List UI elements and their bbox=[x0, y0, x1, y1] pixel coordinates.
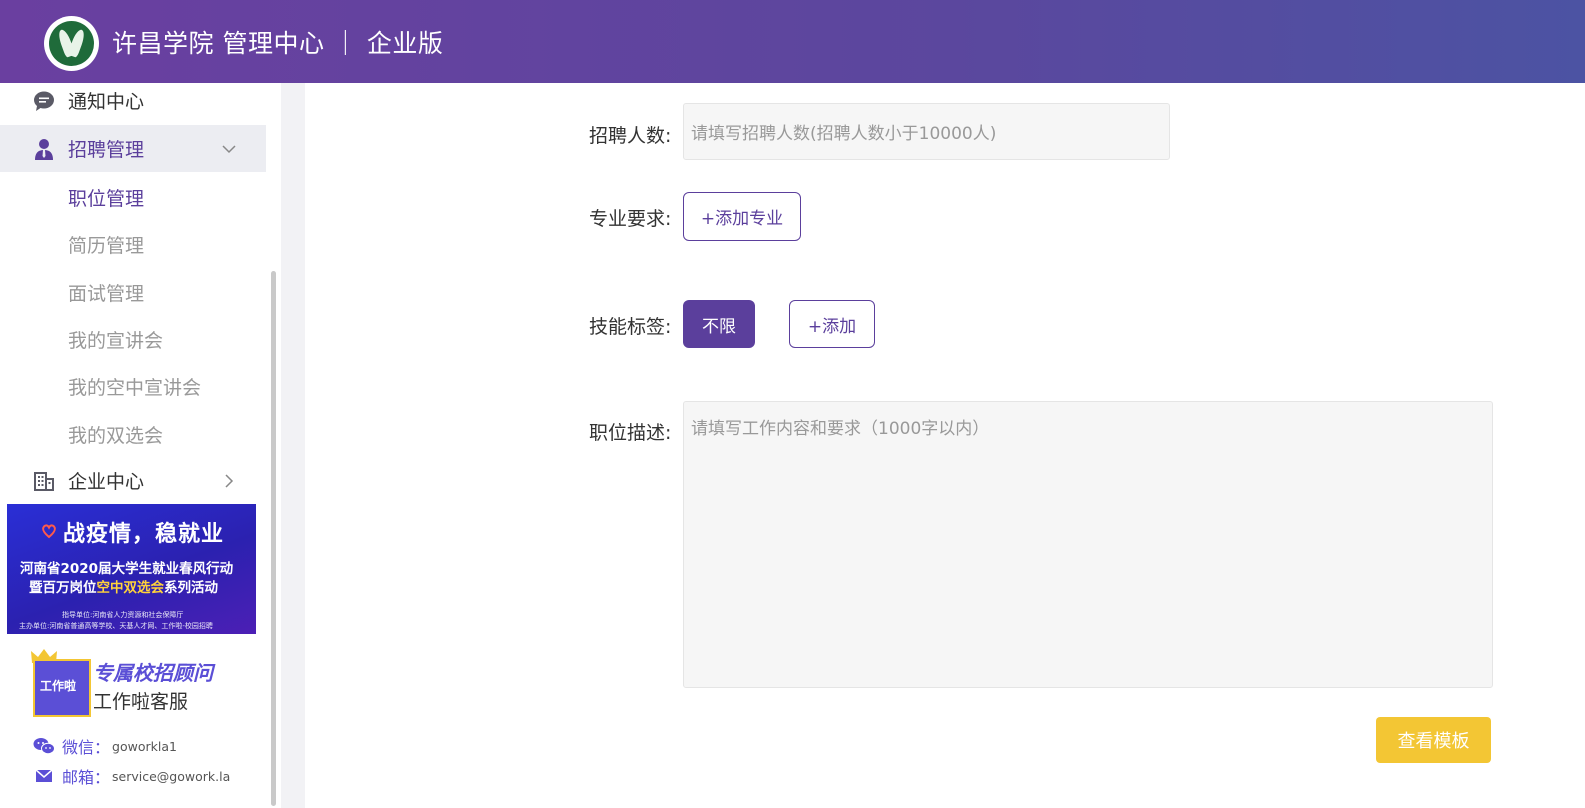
building-icon bbox=[34, 471, 54, 491]
headcount-label: 招聘人数: bbox=[589, 125, 672, 147]
person-icon bbox=[35, 138, 53, 160]
sub-item-resume-management[interactable]: 简历管理 bbox=[68, 231, 144, 258]
sidebar-item-label: 企业中心 bbox=[68, 471, 145, 493]
university-logo-icon bbox=[44, 16, 99, 71]
advisor-subtitle: 工作啦客服 bbox=[93, 691, 189, 713]
email-label: 邮箱： bbox=[62, 768, 111, 787]
employment-campaign-banner[interactable]: 战疫情，稳就业 河南省2020届大学生就业春风行动 暨百万岗位空中双选会系列活动… bbox=[7, 504, 256, 634]
wechat-icon bbox=[33, 738, 55, 755]
sidebar-scrollbar[interactable] bbox=[271, 271, 276, 806]
wechat-contact: 微信： goworkla1 bbox=[33, 734, 177, 758]
advisor-title: 专属校招顾问 bbox=[93, 661, 213, 685]
chat-bubble-icon bbox=[34, 91, 54, 111]
sub-item-position-management[interactable]: 职位管理 bbox=[68, 184, 144, 211]
sub-item-my-presentations[interactable]: 我的宣讲会 bbox=[68, 326, 163, 353]
email-contact: 邮箱： service@gowork.la bbox=[33, 764, 230, 788]
sidebar-item-label: 招聘管理 bbox=[68, 139, 145, 161]
sidebar-item-label: 通知中心 bbox=[68, 91, 145, 113]
major-label: 专业要求: bbox=[589, 208, 672, 230]
view-template-button[interactable]: 查看模板 bbox=[1376, 717, 1491, 763]
wechat-label: 微信： bbox=[62, 738, 111, 757]
chevron-down-icon bbox=[222, 144, 236, 153]
wechat-value: goworkla1 bbox=[112, 738, 177, 754]
mail-icon bbox=[35, 769, 53, 782]
job-form-panel: 招聘人数: 请填写招聘人数(招聘人数小于10000人) 专业要求: +添加专业 … bbox=[305, 83, 1585, 808]
banner-line-1: 河南省2020届大学生就业春风行动 bbox=[20, 561, 234, 577]
sidebar-item-recruitment[interactable]: 招聘管理 bbox=[0, 125, 266, 172]
sidebar-item-notifications[interactable]: 通知中心 bbox=[0, 83, 266, 124]
skill-tag-unlimited[interactable]: 不限 bbox=[683, 300, 755, 348]
banner-line-2: 暨百万岗位空中双选会系列活动 bbox=[29, 580, 218, 596]
banner-title: 战疫情，稳就业 bbox=[63, 522, 225, 547]
sub-item-my-online-presentations[interactable]: 我的空中宣讲会 bbox=[68, 373, 201, 400]
header-title: 许昌学院 管理中心 ｜ 企业版 bbox=[112, 29, 444, 58]
sidebar: 通知中心 招聘管理 职位管理 简历管理 面试管理 我的宣讲会 我的空中宣讲会 我… bbox=[0, 83, 281, 808]
email-value: service@gowork.la bbox=[112, 768, 231, 784]
add-skill-button[interactable]: +添加 bbox=[789, 300, 875, 348]
description-label: 职位描述: bbox=[589, 422, 672, 444]
skills-label: 技能标签: bbox=[589, 316, 672, 338]
add-major-button[interactable]: +添加专业 bbox=[683, 192, 801, 241]
description-textarea[interactable]: 请填写工作内容和要求（1000字以内） bbox=[683, 401, 1493, 688]
banner-guidance-unit: 指导单位:河南省人力资源和社会保障厅 bbox=[62, 611, 184, 619]
headcount-input[interactable]: 请填写招聘人数(招聘人数小于10000人) bbox=[683, 103, 1170, 160]
sub-item-my-job-fairs[interactable]: 我的双选会 bbox=[68, 421, 163, 448]
gowork-logo: 工作啦 bbox=[33, 659, 91, 717]
sidebar-item-enterprise-center[interactable]: 企业中心 bbox=[0, 457, 266, 504]
banner-host-unit: 主办单位:河南省普通高等学校、天基人才网、工作啦-校园招聘 bbox=[19, 622, 213, 630]
sub-item-interview-management[interactable]: 面试管理 bbox=[68, 279, 144, 306]
top-header: 许昌学院 管理中心 ｜ 企业版 bbox=[0, 0, 1585, 83]
chevron-right-icon bbox=[225, 473, 234, 488]
